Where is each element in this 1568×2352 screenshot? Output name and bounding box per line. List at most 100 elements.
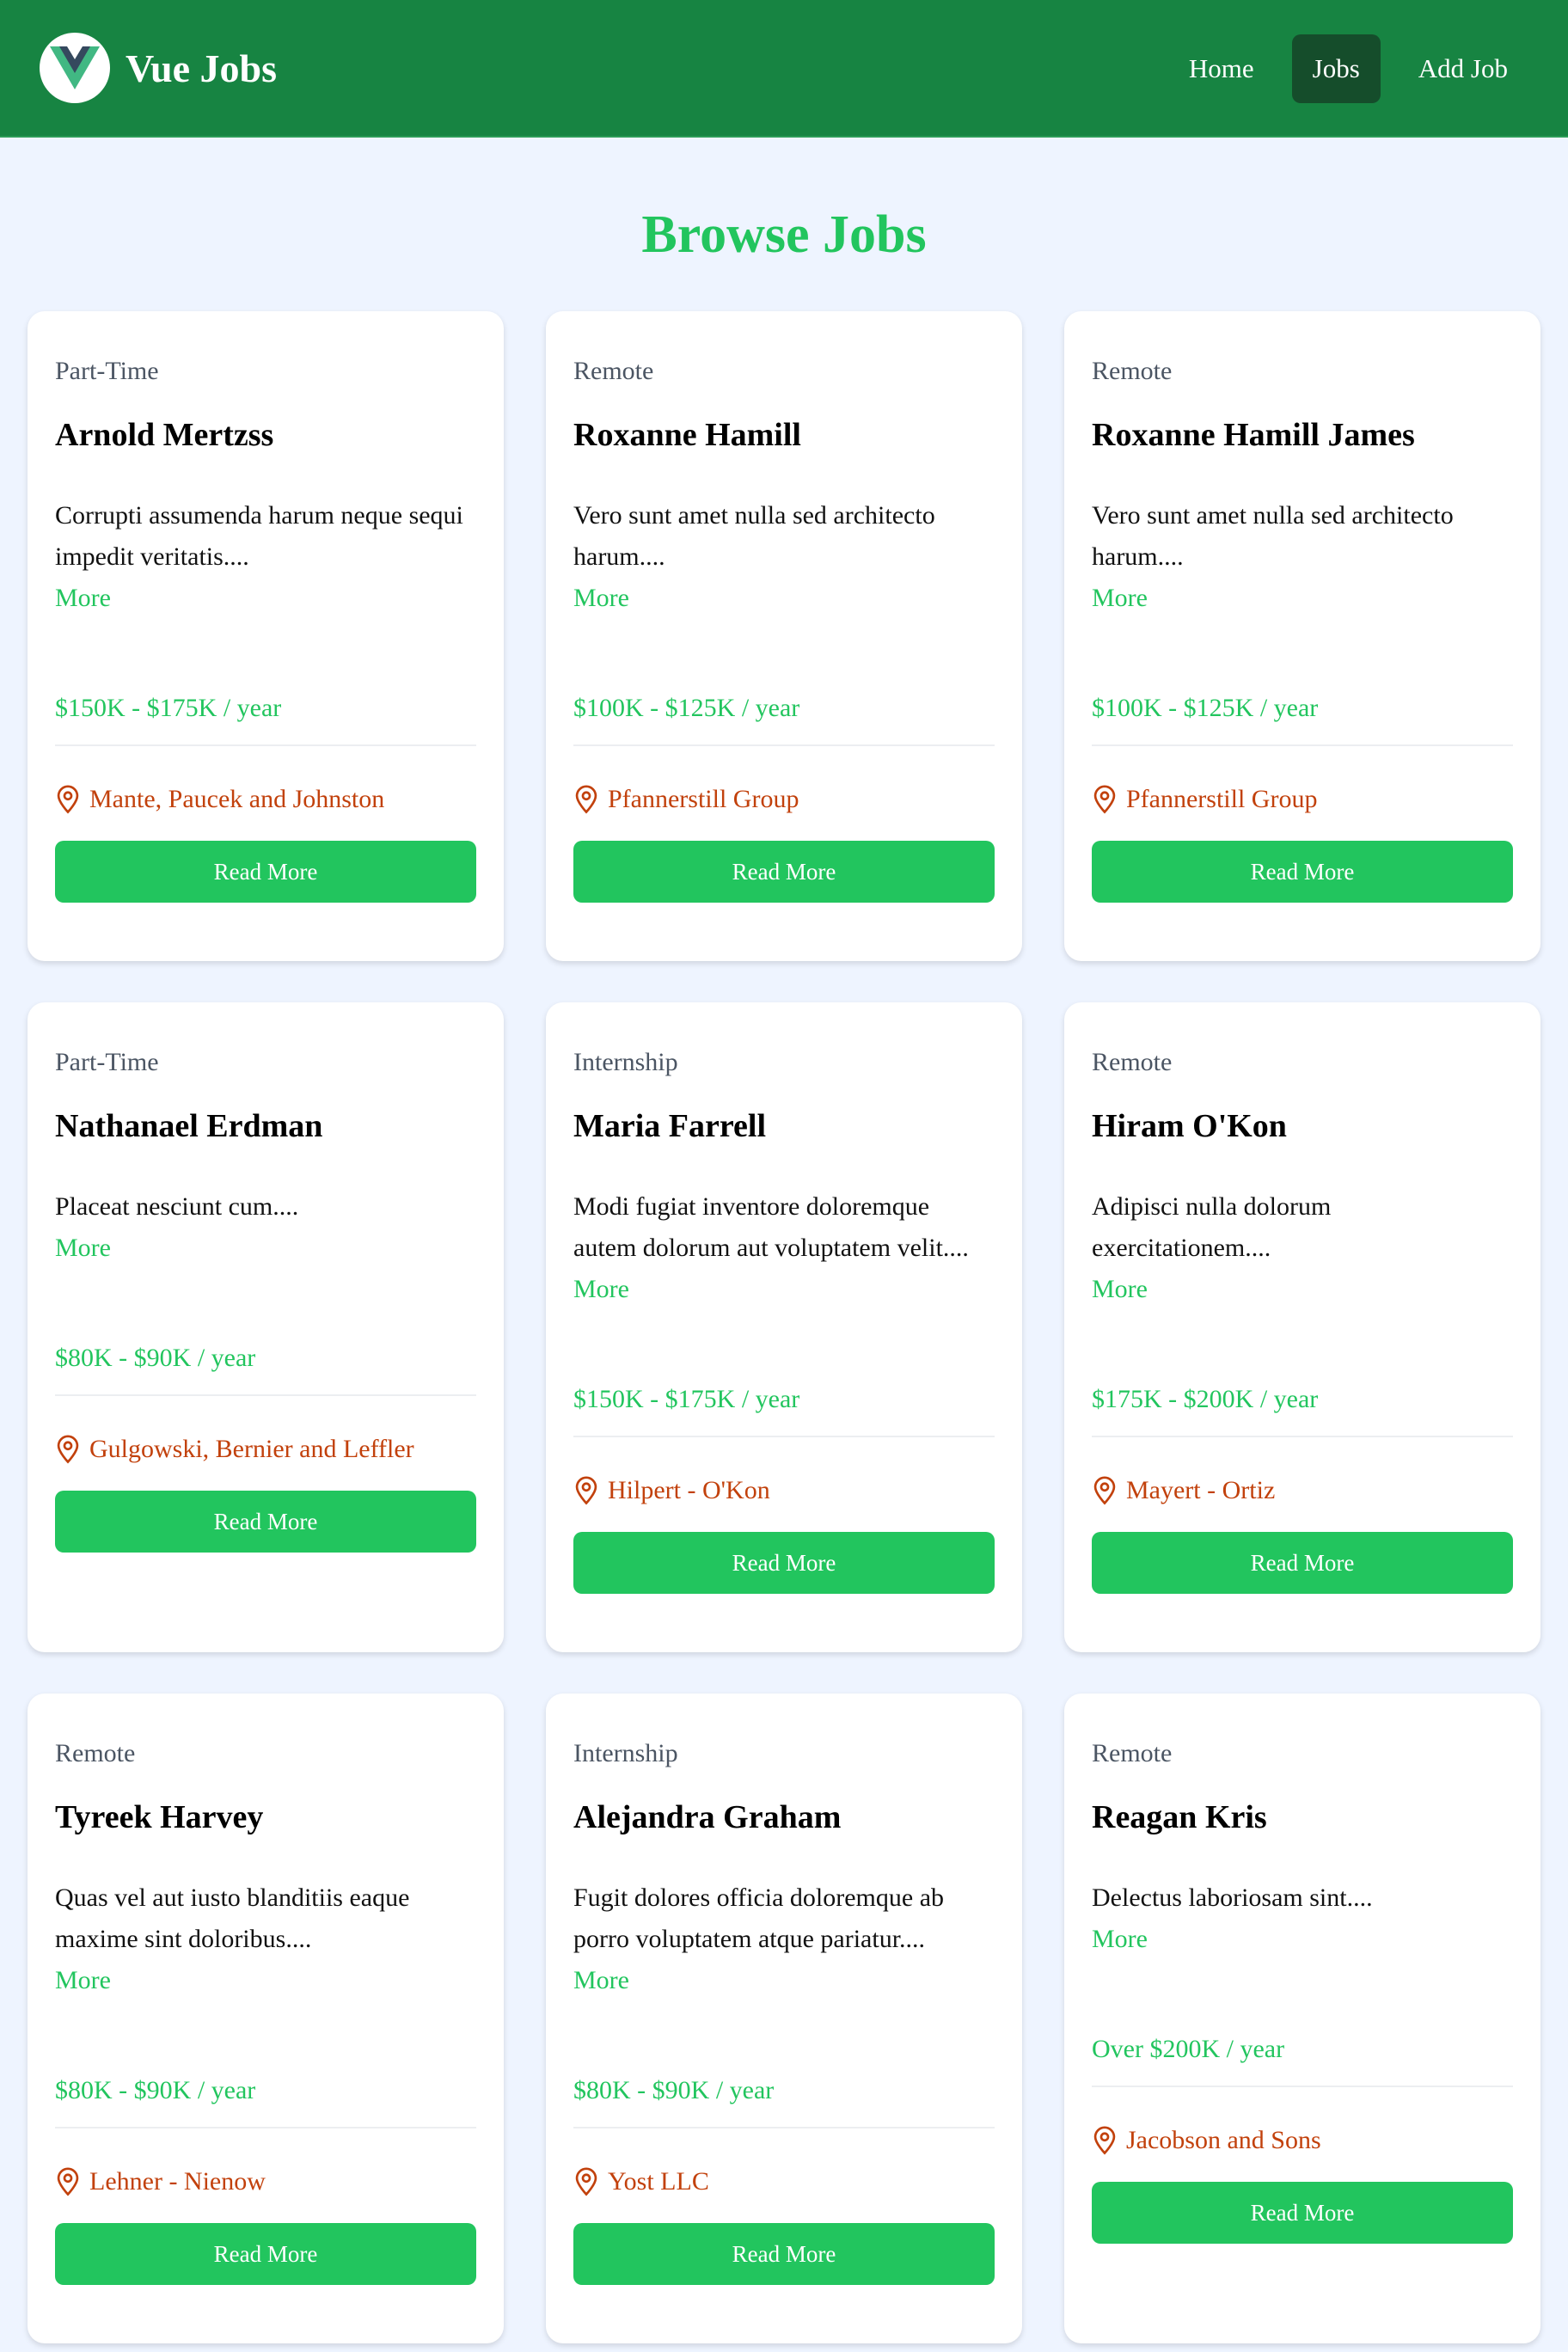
job-type: Remote — [55, 1739, 136, 1767]
job-title: Nathanael Erdman — [55, 1108, 323, 1144]
job-type: Remote — [1092, 357, 1173, 385]
job-card: Internship Maria Farrell Modi fugiat inv… — [546, 1002, 1022, 1652]
job-description-text: Delectus laboriosam sint.... — [1092, 1883, 1373, 1912]
more-link[interactable]: More — [1092, 1269, 1513, 1310]
job-title: Reagan Kris — [1092, 1799, 1267, 1835]
brand-title: Vue Jobs — [126, 46, 277, 90]
job-description: Quas vel aut iusto blanditiis eaque maxi… — [55, 1877, 476, 2001]
read-more-button[interactable]: Read More — [55, 841, 476, 903]
job-title: Hiram O'Kon — [1092, 1108, 1287, 1144]
job-title: Alejandra Graham — [573, 1799, 842, 1835]
job-type: Remote — [1092, 1739, 1173, 1767]
job-location: Mayert - Ortiz — [1092, 1473, 1513, 1508]
more-link[interactable]: More — [55, 578, 476, 619]
job-type: Remote — [1092, 1048, 1173, 1076]
job-description-text: Modi fugiat inventore doloremque autem d… — [573, 1192, 969, 1262]
read-more-button[interactable]: Read More — [1092, 2182, 1513, 2244]
job-type: Part-Time — [55, 1048, 159, 1076]
job-location: Yost LLC — [573, 2165, 995, 2199]
job-location-text: Lehner - Nienow — [89, 2167, 266, 2196]
job-type: Internship — [573, 1048, 678, 1076]
job-card: Remote Roxanne Hamill Vero sunt amet nul… — [546, 311, 1022, 961]
job-salary: $80K - $90K / year — [55, 1344, 256, 1372]
vue-logo-icon — [40, 33, 110, 103]
more-link[interactable]: More — [55, 1960, 476, 2001]
read-more-button[interactable]: Read More — [1092, 841, 1513, 903]
read-more-button[interactable]: Read More — [1092, 1532, 1513, 1594]
map-pin-icon — [55, 2167, 81, 2196]
job-type: Internship — [573, 1739, 678, 1767]
nav-link-home[interactable]: Home — [1168, 34, 1275, 103]
job-description: Adipisci nulla dolorum exercitationem...… — [1092, 1186, 1513, 1310]
job-card: Part-Time Nathanael Erdman Placeat nesci… — [28, 1002, 504, 1652]
job-card: Remote Tyreek Harvey Quas vel aut iusto … — [28, 1694, 504, 2343]
job-title: Tyreek Harvey — [55, 1799, 264, 1835]
job-salary: $80K - $90K / year — [573, 2076, 775, 2104]
job-location-text: Gulgowski, Bernier and Leffler — [89, 1435, 414, 1463]
more-link[interactable]: More — [55, 1228, 476, 1269]
job-description: Vero sunt amet nulla sed architecto haru… — [1092, 495, 1513, 619]
read-more-button[interactable]: Read More — [55, 1491, 476, 1553]
more-link[interactable]: More — [573, 1269, 995, 1310]
job-salary: $80K - $90K / year — [55, 2076, 256, 2104]
job-description-text: Adipisci nulla dolorum exercitationem...… — [1092, 1192, 1332, 1262]
job-salary: $150K - $175K / year — [55, 694, 282, 722]
map-pin-icon — [55, 1435, 81, 1464]
job-salary: $100K - $125K / year — [573, 694, 800, 722]
job-location-text: Pfannerstill Group — [608, 785, 799, 813]
job-location: Pfannerstill Group — [573, 782, 995, 817]
brand-home-link[interactable]: Vue Jobs — [40, 33, 277, 103]
job-card: Part-Time Arnold Mertzss Corrupti assume… — [28, 311, 504, 961]
job-salary: $150K - $175K / year — [573, 1385, 800, 1413]
job-location-text: Jacobson and Sons — [1126, 2126, 1321, 2154]
job-description: Fugit dolores officia doloremque ab porr… — [573, 1877, 995, 2001]
job-location-text: Mante, Paucek and Johnston — [89, 785, 385, 813]
job-description: Placeat nesciunt cum.... More — [55, 1186, 476, 1269]
divider — [573, 2127, 995, 2128]
page-title: Browse Jobs — [641, 205, 927, 264]
job-description: Delectus laboriosam sint.... More — [1092, 1877, 1513, 1960]
divider — [1092, 1436, 1513, 1437]
job-title: Maria Farrell — [573, 1108, 767, 1144]
job-description-text: Vero sunt amet nulla sed architecto haru… — [1092, 501, 1454, 571]
read-more-button[interactable]: Read More — [573, 2223, 995, 2285]
job-location: Hilpert - O'Kon — [573, 1473, 995, 1508]
job-location: Gulgowski, Bernier and Leffler — [55, 1432, 476, 1467]
job-listings-grid: Part-Time Arnold Mertzss Corrupti assume… — [28, 311, 1540, 2343]
job-card: Remote Reagan Kris Delectus laboriosam s… — [1064, 1694, 1540, 2343]
job-description-text: Corrupti assumenda harum neque sequi imp… — [55, 501, 463, 571]
job-location-text: Mayert - Ortiz — [1126, 1476, 1276, 1504]
job-card: Remote Hiram O'Kon Adipisci nulla doloru… — [1064, 1002, 1540, 1652]
job-description-text: Vero sunt amet nulla sed architecto haru… — [573, 501, 935, 571]
read-more-button[interactable]: Read More — [573, 1532, 995, 1594]
nav-link-add-job[interactable]: Add Job — [1398, 34, 1528, 103]
more-link[interactable]: More — [1092, 578, 1513, 619]
job-location: Pfannerstill Group — [1092, 782, 1513, 817]
job-location: Lehner - Nienow — [55, 2165, 476, 2199]
navbar: Vue Jobs Home Jobs Add Job — [0, 0, 1568, 138]
job-type: Remote — [573, 357, 654, 385]
map-pin-icon — [1092, 2126, 1118, 2155]
divider — [55, 2127, 476, 2128]
nav-link-jobs[interactable]: Jobs — [1291, 34, 1381, 103]
more-link[interactable]: More — [573, 1960, 995, 2001]
job-description: Corrupti assumenda harum neque sequi imp… — [55, 495, 476, 619]
job-description-text: Placeat nesciunt cum.... — [55, 1192, 299, 1221]
nav-links: Home Jobs Add Job — [1168, 34, 1528, 103]
map-pin-icon — [573, 785, 599, 814]
divider — [573, 1436, 995, 1437]
job-description: Vero sunt amet nulla sed architecto haru… — [573, 495, 995, 619]
more-link[interactable]: More — [1092, 1919, 1513, 1960]
divider — [573, 744, 995, 746]
job-salary: Over $200K / year — [1092, 2035, 1285, 2063]
divider — [55, 1394, 476, 1396]
job-card: Remote Roxanne Hamill James Vero sunt am… — [1064, 311, 1540, 961]
more-link[interactable]: More — [573, 578, 995, 619]
read-more-button[interactable]: Read More — [55, 2223, 476, 2285]
map-pin-icon — [573, 1476, 599, 1505]
job-location-text: Pfannerstill Group — [1126, 785, 1318, 813]
job-location: Mante, Paucek and Johnston — [55, 782, 476, 817]
job-title: Roxanne Hamill James — [1092, 417, 1415, 453]
map-pin-icon — [573, 2167, 599, 2196]
read-more-button[interactable]: Read More — [573, 841, 995, 903]
